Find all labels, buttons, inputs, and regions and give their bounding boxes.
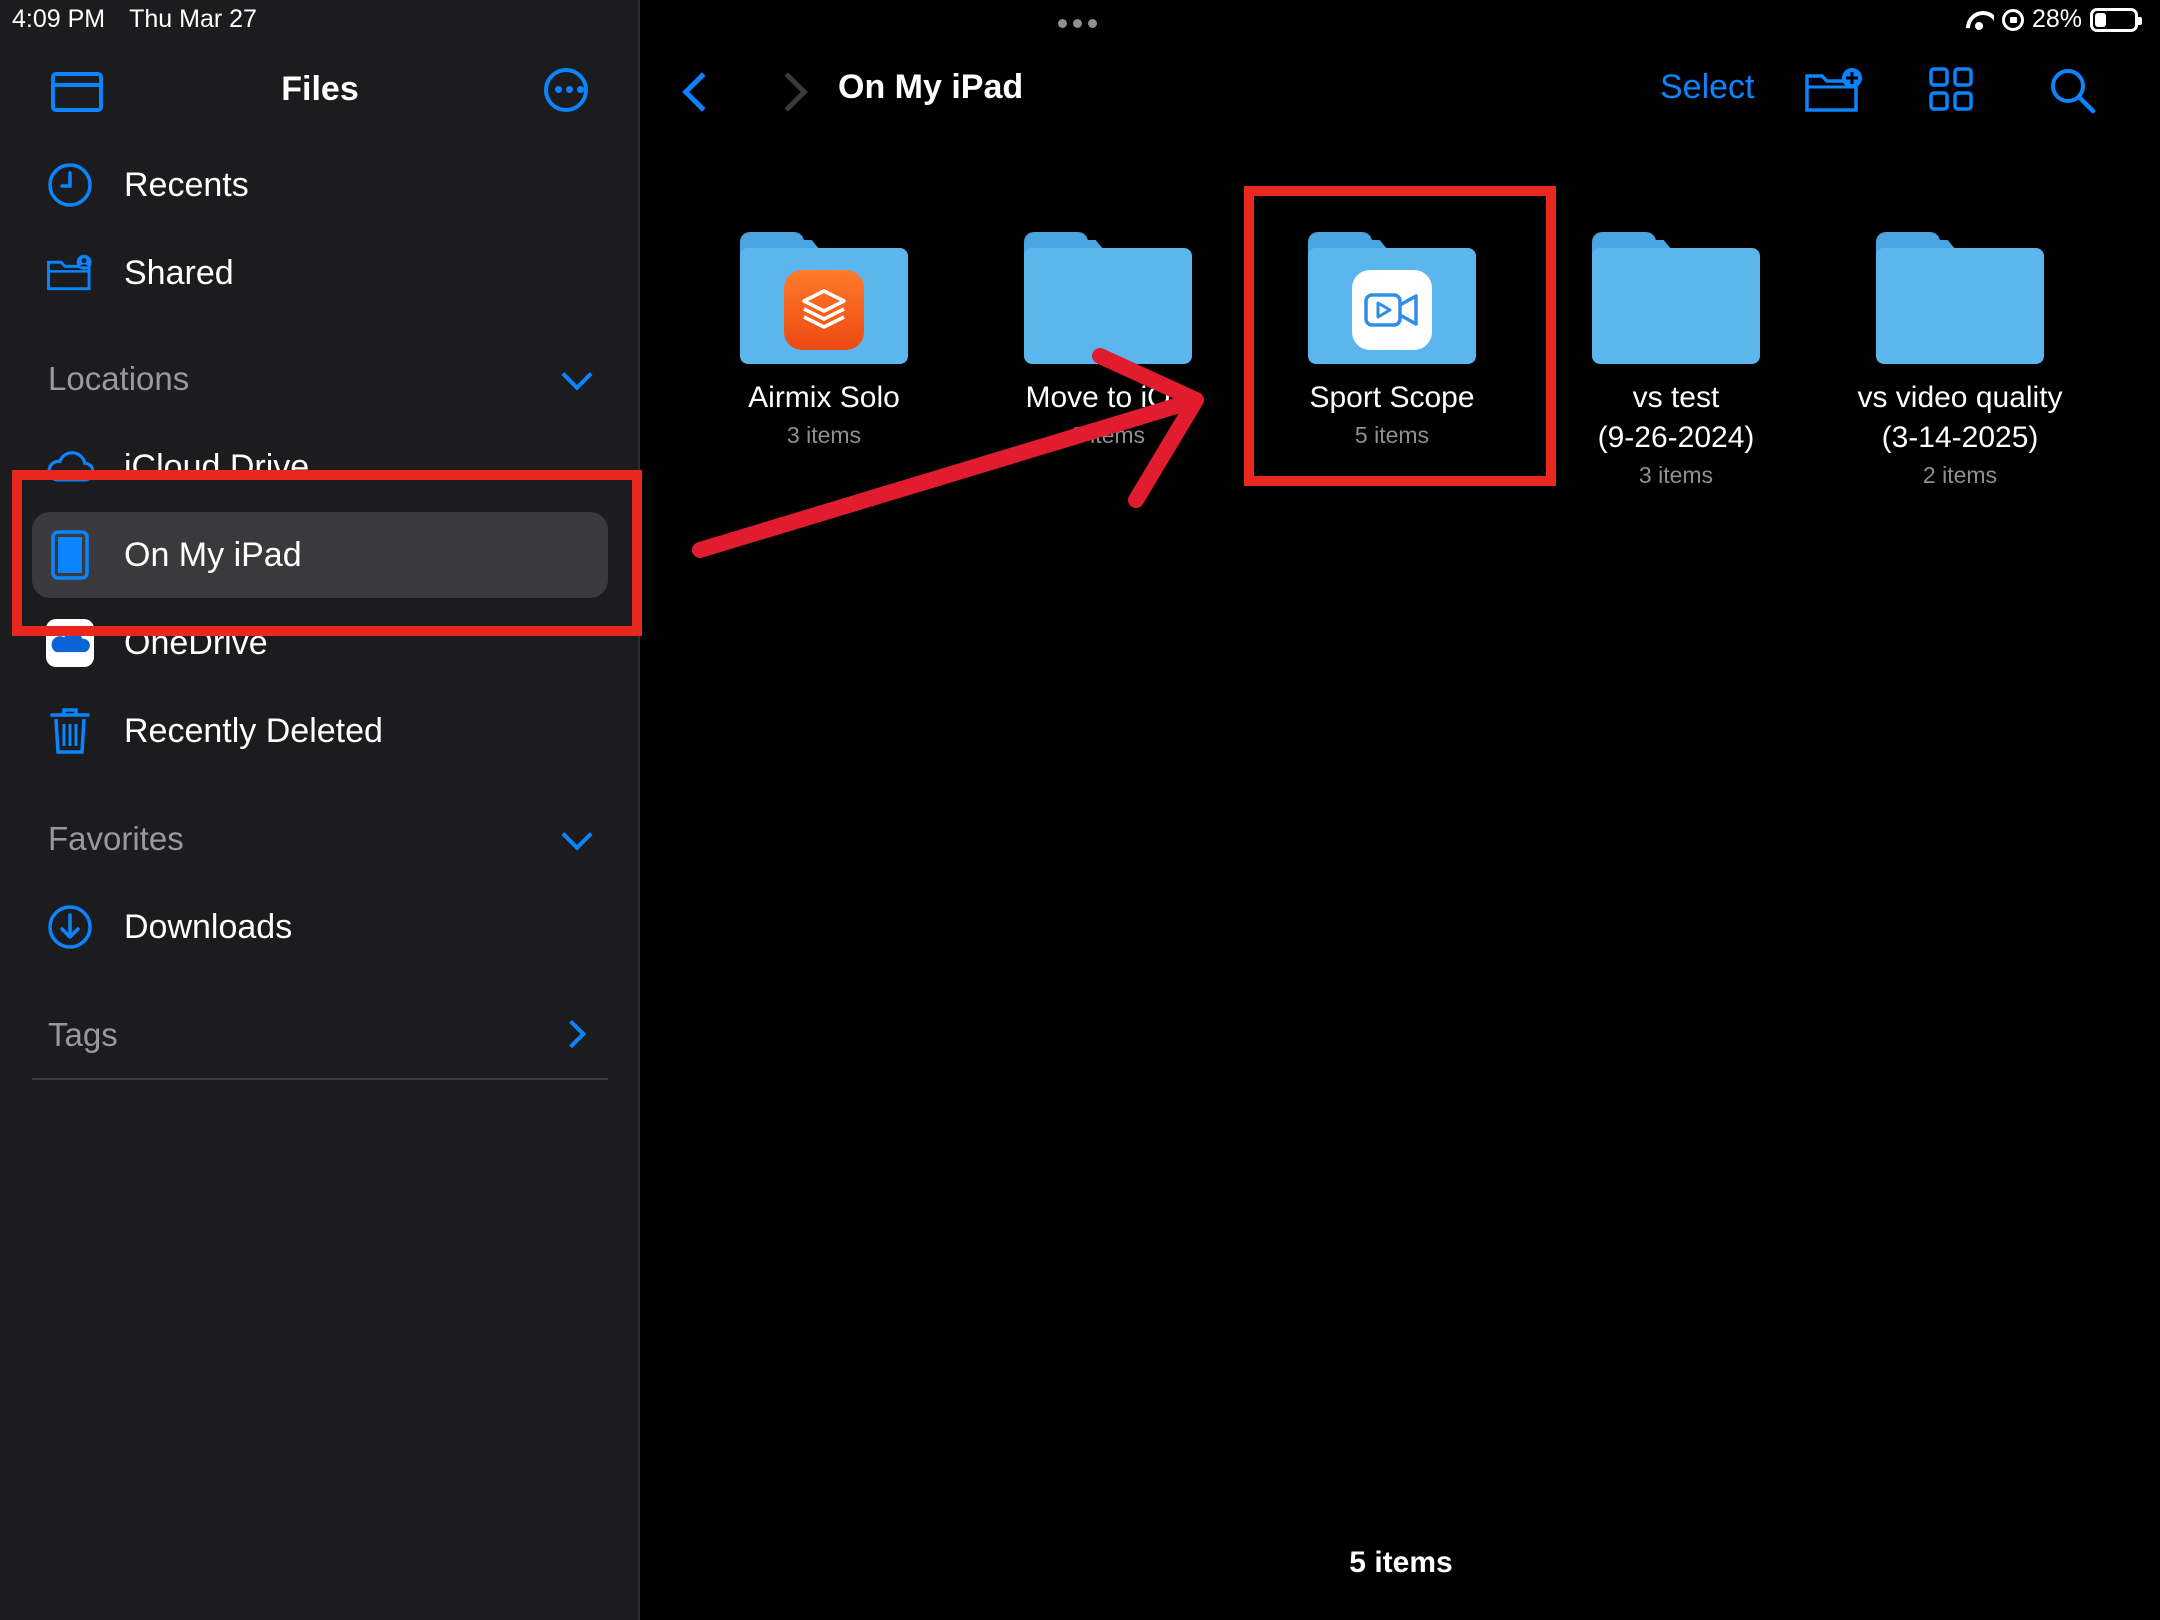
annotation-arrow [692,348,1204,558]
